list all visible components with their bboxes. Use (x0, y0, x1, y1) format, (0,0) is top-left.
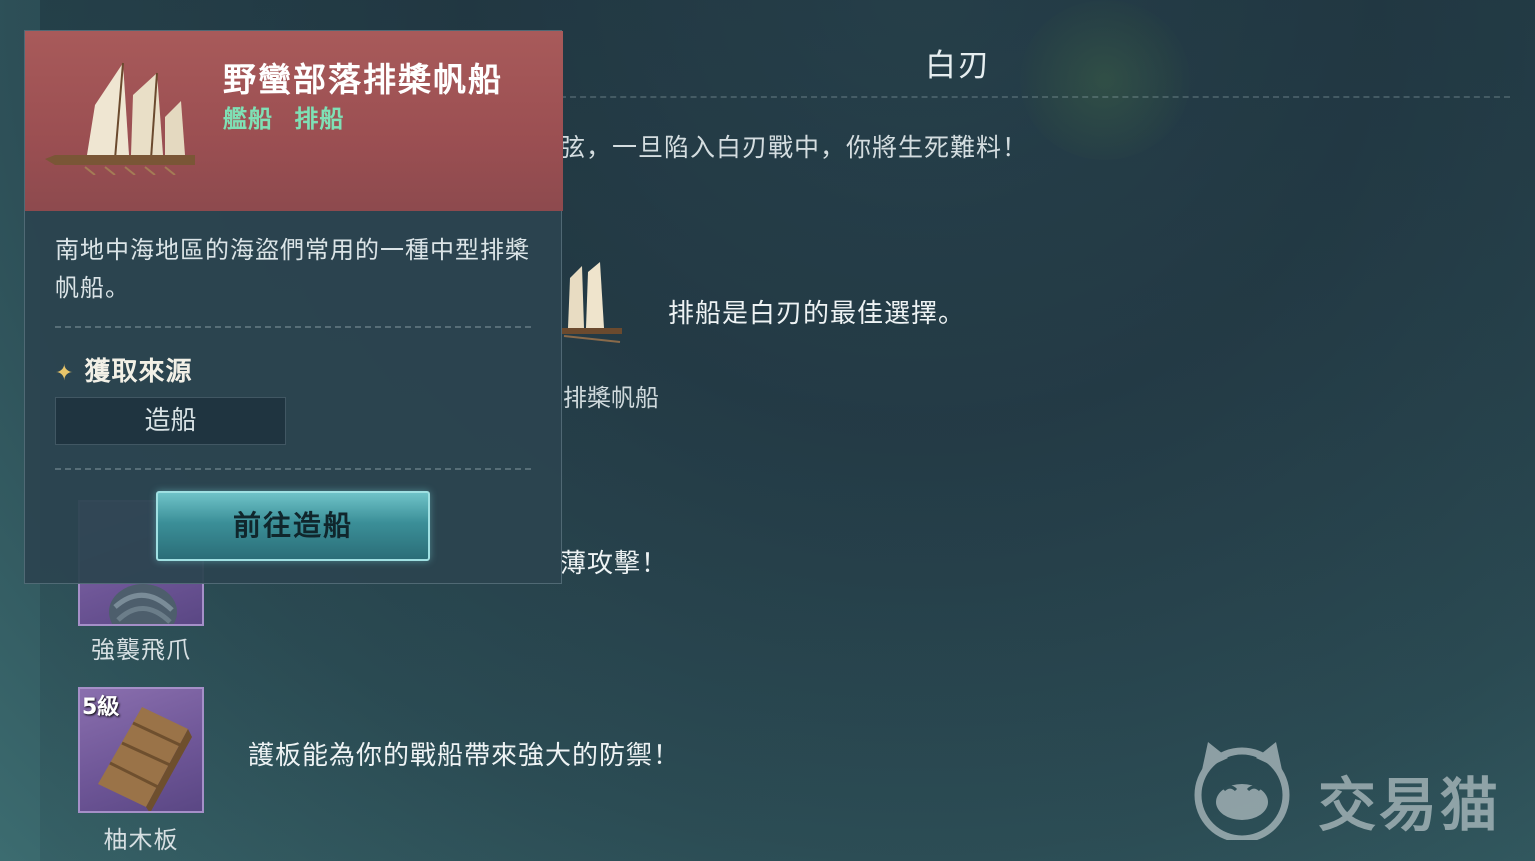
ship-thumbnail-icon[interactable] (560, 258, 630, 348)
ship-tag: 艦船 (223, 105, 273, 133)
ship-description: 南地中海地區的海盜們常用的一種中型排槳帆船。 (55, 236, 530, 302)
divider (55, 326, 531, 328)
popup-header: 野蠻部落排槳帆船 艦船 排船 (25, 31, 563, 211)
ship-info-popup: 野蠻部落排槳帆船 艦船 排船 南地中海地區的海盜們常用的一種中型排槳帆船。 ✦ 獲… (24, 30, 563, 584)
intro-text: 弦，一旦陷入白刃戰中，你將生死難料！ (560, 133, 1029, 162)
ship-title: 野蠻部落排槳帆船 (223, 60, 503, 99)
ship-tag: 排船 (294, 105, 345, 133)
watermark: 交易猫 (1180, 740, 1510, 843)
panel-title: 白刃 (925, 48, 991, 84)
ship-tags: 艦船 排船 (223, 99, 356, 134)
title-divider (560, 96, 1510, 98)
source-item-shipbuilding[interactable]: 造船 (55, 397, 286, 445)
teak-plank-item[interactable]: 5級 (78, 687, 204, 813)
divider (55, 468, 531, 470)
hook-tip-text: 薄攻擊！ (560, 549, 669, 579)
ship-name-label: 排槳帆船 (563, 384, 659, 412)
watermark-text: 交易猫 (1318, 771, 1502, 839)
ship-tip-text: 排船是白刃的最佳選擇。 (668, 299, 966, 329)
star-icon: ✦ (55, 361, 75, 386)
item-level-badge: 5級 (82, 695, 120, 720)
cat-face-icon (1194, 742, 1290, 843)
plank-tip-text: 護板能為你的戰船帶來強大的防禦！ (248, 741, 681, 771)
source-heading: ✦ 獲取來源 (55, 351, 192, 388)
grappling-hook-name: 強襲飛爪 (91, 636, 191, 664)
teak-plank-name: 柚木板 (103, 826, 179, 854)
source-heading-label: 獲取來源 (84, 357, 193, 387)
galley-ship-icon (45, 62, 195, 175)
go-to-shipbuilding-button[interactable]: 前往造船 (156, 491, 430, 561)
